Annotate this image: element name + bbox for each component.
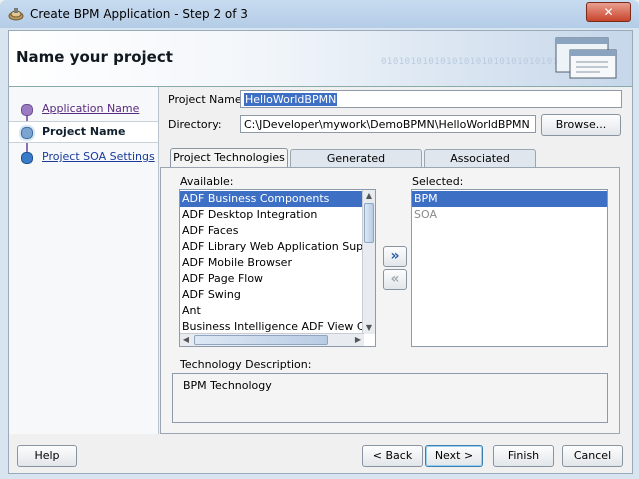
scroll-down-icon[interactable]: ▼ — [363, 322, 375, 334]
available-label: Available: — [180, 175, 234, 188]
available-horizontal-scrollbar[interactable]: ◀ ▶ — [180, 333, 364, 346]
directory-label: Directory: — [168, 118, 222, 131]
back-button[interactable]: < Back — [362, 445, 423, 467]
step-current-icon — [21, 127, 33, 139]
project-name-value: HelloWorldBPMN — [244, 93, 338, 106]
app-icon — [8, 8, 24, 21]
technology-description-label: Technology Description: — [180, 358, 312, 371]
finish-button[interactable]: Finish — [493, 445, 554, 467]
nav-step-project-soa-settings[interactable]: Project SOA Settings — [9, 147, 158, 167]
dialog-window: Create BPM Application - Step 2 of 3 ✕ N… — [0, 0, 639, 479]
list-item[interactable]: SOA — [412, 207, 607, 223]
list-item[interactable]: ADF Page Flow — [180, 271, 364, 287]
scroll-thumb[interactable] — [194, 335, 328, 345]
available-vertical-scrollbar[interactable]: ▲ ▼ — [362, 190, 375, 334]
step-next-icon — [21, 152, 33, 164]
directory-input[interactable]: C:\JDeveloper\mywork\DemoBPMN\HelloWorld… — [240, 115, 536, 133]
window-title: Create BPM Application - Step 2 of 3 — [30, 7, 248, 21]
technology-description-box: BPM Technology — [172, 373, 608, 423]
list-item[interactable]: ADF Mobile Browser — [180, 255, 364, 271]
list-item[interactable]: ADF Swing — [180, 287, 364, 303]
nav-step-application-name[interactable]: Application Name — [9, 99, 158, 119]
selected-label: Selected: — [412, 175, 464, 188]
available-list[interactable]: ADF Business Components ADF Desktop Inte… — [179, 189, 376, 347]
tab-generated-components[interactable]: Generated Components — [290, 149, 422, 182]
available-items: ADF Business Components ADF Desktop Inte… — [180, 191, 375, 335]
list-item[interactable]: ADF Business Components — [180, 191, 364, 207]
nav-step-label: Project Name — [42, 125, 126, 138]
page-title: Name your project — [16, 48, 173, 66]
list-item[interactable]: ADF Library Web Application Support — [180, 239, 375, 255]
selected-list[interactable]: BPM SOA — [411, 189, 608, 347]
scroll-left-icon[interactable]: ◀ — [180, 334, 192, 346]
nav-step-label: Project SOA Settings — [42, 150, 155, 163]
list-item[interactable]: Ant — [180, 303, 364, 319]
header-binary-decoration: 01010101010101010101010101010101 — [381, 57, 571, 67]
browse-button[interactable]: Browse... — [541, 114, 621, 136]
nav-step-project-name[interactable]: Project Name — [9, 121, 158, 143]
help-button[interactable]: Help — [17, 445, 77, 467]
close-button[interactable]: ✕ — [586, 2, 631, 22]
remove-technology-button[interactable]: « — [383, 269, 407, 290]
wizard-header: Name your project 0101010101010101010101… — [9, 31, 632, 87]
title-bar[interactable]: Create BPM Application - Step 2 of 3 ✕ — [0, 0, 639, 28]
project-name-input[interactable]: HelloWorldBPMN — [240, 90, 622, 108]
wizard-windows-icon — [555, 37, 617, 79]
cancel-button[interactable]: Cancel — [562, 445, 623, 467]
scroll-thumb[interactable] — [364, 203, 374, 243]
wizard-steps-nav: Application Name Project Name Project SO… — [9, 87, 159, 434]
selected-items: BPM SOA — [412, 191, 607, 223]
next-button[interactable]: Next > — [425, 445, 483, 467]
shuttle-right-icon: » — [390, 248, 400, 264]
close-icon: ✕ — [603, 5, 614, 19]
scroll-up-icon[interactable]: ▲ — [363, 190, 375, 202]
tab-associated-libraries[interactable]: Associated Libraries — [424, 149, 536, 182]
nav-step-label: Application Name — [42, 102, 140, 115]
tab-project-technologies[interactable]: Project Technologies — [170, 148, 288, 168]
scroll-right-icon[interactable]: ▶ — [352, 334, 364, 346]
add-technology-button[interactable]: » — [383, 246, 407, 267]
shuttle-left-icon: « — [390, 271, 400, 287]
list-item[interactable]: ADF Desktop Integration — [180, 207, 364, 223]
directory-value: C:\JDeveloper\mywork\DemoBPMN\HelloWorld… — [244, 118, 530, 131]
list-item[interactable]: BPM — [412, 191, 607, 207]
technology-description-text: BPM Technology — [183, 379, 272, 392]
list-item[interactable]: ADF Faces — [180, 223, 364, 239]
step-done-icon — [21, 104, 33, 116]
project-name-label: Project Name: — [168, 93, 246, 106]
